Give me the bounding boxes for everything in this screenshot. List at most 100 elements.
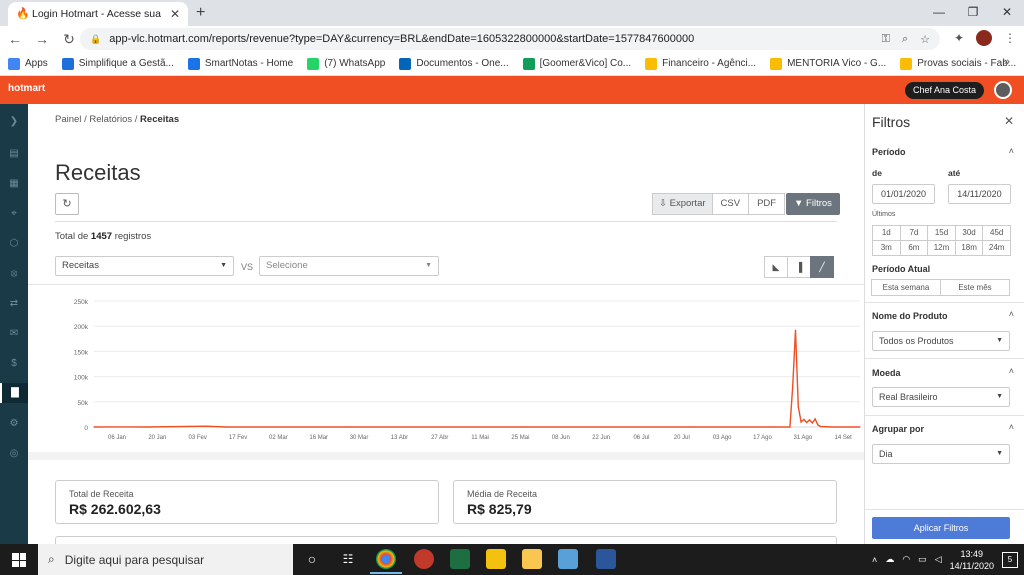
bookmark-item[interactable]: SmartNotas - Home bbox=[187, 57, 293, 70]
range-button[interactable]: 30d bbox=[954, 225, 984, 241]
chevron-up-icon[interactable]: ˄ bbox=[1009, 146, 1014, 156]
cloud-icon[interactable]: ☁ bbox=[885, 554, 894, 565]
line-chart-icon[interactable]: ╱ bbox=[810, 256, 834, 278]
range-button[interactable]: 6m bbox=[899, 240, 929, 256]
range-button[interactable]: 3m bbox=[872, 240, 901, 256]
sticky-notes-icon[interactable] bbox=[486, 549, 506, 569]
wifi-icon[interactable]: ◠ bbox=[902, 554, 910, 565]
csv-button[interactable]: CSV bbox=[711, 193, 750, 215]
windows-start-icon[interactable] bbox=[12, 553, 26, 567]
chevron-up-icon[interactable]: ˄ bbox=[1009, 366, 1014, 376]
word-icon[interactable] bbox=[596, 549, 616, 569]
this-week-button[interactable]: Esta semana bbox=[871, 279, 941, 296]
currency-select[interactable]: Real Brasileiro ▼ bbox=[872, 387, 1010, 407]
range-button[interactable]: 7d bbox=[899, 225, 929, 241]
forward-icon[interactable]: → bbox=[30, 31, 54, 47]
range-button[interactable]: 15d bbox=[927, 225, 956, 241]
hotmart-logo[interactable]: hotmart bbox=[8, 83, 45, 94]
address-bar[interactable]: 🔒 app-vlc.hotmart.com/reports/revenue?ty… bbox=[80, 28, 940, 50]
sync-icon[interactable]: ⇄ bbox=[0, 294, 28, 314]
compare-select[interactable]: Selecione ▼ bbox=[259, 256, 439, 276]
search-placeholder: Digite aqui para pesquisar bbox=[64, 552, 205, 567]
area-chart-icon[interactable]: ◣ bbox=[764, 256, 788, 278]
filters-button[interactable]: ▼ Filtros bbox=[786, 193, 840, 215]
close-tab-icon[interactable]: ✕ bbox=[170, 7, 180, 21]
notifications-icon[interactable]: 5 bbox=[1002, 551, 1018, 568]
back-icon[interactable]: ← bbox=[3, 31, 27, 47]
chevron-up-icon[interactable]: ˄ bbox=[872, 555, 877, 565]
app-icon[interactable] bbox=[558, 549, 578, 569]
key-icon[interactable]: ⚿ bbox=[882, 33, 890, 46]
help-icon[interactable]: ◎ bbox=[0, 444, 28, 464]
browser-toolbar: ← → ↻ 🔒 app-vlc.hotmart.com/reports/reve… bbox=[0, 26, 1024, 52]
refresh-button[interactable]: ↻ bbox=[55, 193, 79, 215]
breadcrumb-painel[interactable]: Painel bbox=[55, 114, 81, 125]
star-icon[interactable]: ☆ bbox=[920, 33, 930, 46]
product-label: Nome do Produto bbox=[872, 311, 948, 321]
bookmark-item[interactable]: (7) WhatsApp bbox=[307, 57, 385, 70]
to-date-input[interactable]: 14/11/2020 bbox=[948, 184, 1011, 204]
chart-view-toggle: ◣ ▐ ╱ bbox=[764, 256, 834, 278]
chevron-down-icon: ▼ bbox=[996, 450, 1003, 457]
breadcrumb-relatorios[interactable]: Relatórios bbox=[89, 114, 132, 125]
more-bookmarks-icon[interactable]: » bbox=[1004, 56, 1010, 68]
new-tab-button[interactable]: + bbox=[196, 4, 205, 22]
dashboard-icon[interactable]: ▤ bbox=[0, 144, 28, 164]
range-button[interactable]: 24m bbox=[982, 240, 1011, 256]
settings-icon[interactable]: ⚙ bbox=[0, 414, 28, 434]
metric-select[interactable]: Receitas ▼ bbox=[55, 256, 234, 276]
cortana-icon[interactable]: ○ bbox=[302, 549, 322, 569]
export-button[interactable]: ⇩ Exportar bbox=[652, 193, 713, 215]
bookmark-item[interactable]: Apps bbox=[8, 57, 48, 70]
profile-avatar[interactable] bbox=[976, 30, 992, 46]
avatar[interactable] bbox=[994, 81, 1012, 99]
expand-icon[interactable]: ❯ bbox=[0, 112, 28, 132]
apply-filters-button[interactable]: Aplicar Filtros bbox=[872, 517, 1010, 539]
bookmark-item[interactable]: Simplifique a Gestã... bbox=[61, 57, 174, 70]
bookmark-item[interactable]: Financeiro - Agênci... bbox=[645, 57, 756, 70]
range-button[interactable]: 1d bbox=[872, 225, 901, 241]
cart-icon[interactable]: ⦻ bbox=[0, 264, 28, 284]
battery-icon[interactable]: ▭ bbox=[918, 554, 927, 565]
range-button[interactable]: 45d bbox=[982, 225, 1011, 241]
box-icon[interactable]: ⬡ bbox=[0, 234, 28, 254]
browser-tab[interactable]: 🔥 Login Hotmart - Acesse sua cont ✕ bbox=[8, 2, 188, 26]
chat-icon[interactable]: ✉ bbox=[0, 324, 28, 344]
chrome-icon[interactable] bbox=[370, 549, 402, 574]
x-tick-label: 06 Jul bbox=[633, 435, 649, 441]
pdf-button[interactable]: PDF bbox=[748, 193, 786, 215]
excel-icon[interactable] bbox=[450, 549, 470, 569]
task-view-icon[interactable]: ☷ bbox=[338, 549, 358, 569]
bookmark-item[interactable]: Provas sociais - Fab... bbox=[900, 57, 1016, 70]
reload-icon[interactable]: ↻ bbox=[57, 31, 81, 48]
menu-icon[interactable]: ⋮ bbox=[1004, 31, 1016, 45]
money-icon[interactable]: $ bbox=[0, 354, 28, 374]
app-icon[interactable] bbox=[414, 549, 434, 569]
restore-icon[interactable]: ❐ bbox=[956, 0, 990, 26]
extensions-icon[interactable]: ✦ bbox=[954, 31, 964, 45]
bookmark-item[interactable]: MENTORIA Vico - G... bbox=[770, 57, 886, 70]
clock[interactable]: 13:49 14/11/2020 bbox=[950, 548, 994, 572]
file-explorer-icon[interactable] bbox=[522, 549, 542, 569]
chevron-up-icon[interactable]: ˄ bbox=[1009, 309, 1014, 319]
bar-chart-icon[interactable]: ▐ bbox=[787, 256, 811, 278]
range-button[interactable]: 18m bbox=[954, 240, 984, 256]
close-icon[interactable]: ✕ bbox=[1004, 114, 1014, 128]
network-icon[interactable]: ⌖ bbox=[0, 204, 28, 224]
volume-icon[interactable]: ◁ bbox=[935, 554, 942, 565]
minimize-icon[interactable]: — bbox=[922, 0, 956, 26]
bookmark-item[interactable]: [Goomer&Vico] Co... bbox=[522, 57, 631, 70]
grid-icon[interactable]: ▦ bbox=[0, 174, 28, 194]
group-by-select[interactable]: Dia ▼ bbox=[872, 444, 1010, 464]
user-name-badge[interactable]: Chef Ana Costa bbox=[904, 82, 984, 99]
close-window-icon[interactable]: ✕ bbox=[990, 0, 1024, 26]
taskbar-search[interactable]: ⌕ Digite aqui para pesquisar bbox=[38, 544, 293, 575]
this-month-button[interactable]: Este mês bbox=[940, 279, 1010, 296]
bookmark-item[interactable]: Documentos - One... bbox=[399, 57, 509, 70]
reports-icon[interactable]: ▇ bbox=[0, 383, 28, 403]
from-date-input[interactable]: 01/01/2020 bbox=[872, 184, 935, 204]
chevron-up-icon[interactable]: ˄ bbox=[1009, 422, 1014, 432]
product-select[interactable]: Todos os Produtos ▼ bbox=[872, 331, 1010, 351]
zoom-icon[interactable]: ⌕ bbox=[902, 33, 908, 46]
range-button[interactable]: 12m bbox=[927, 240, 956, 256]
